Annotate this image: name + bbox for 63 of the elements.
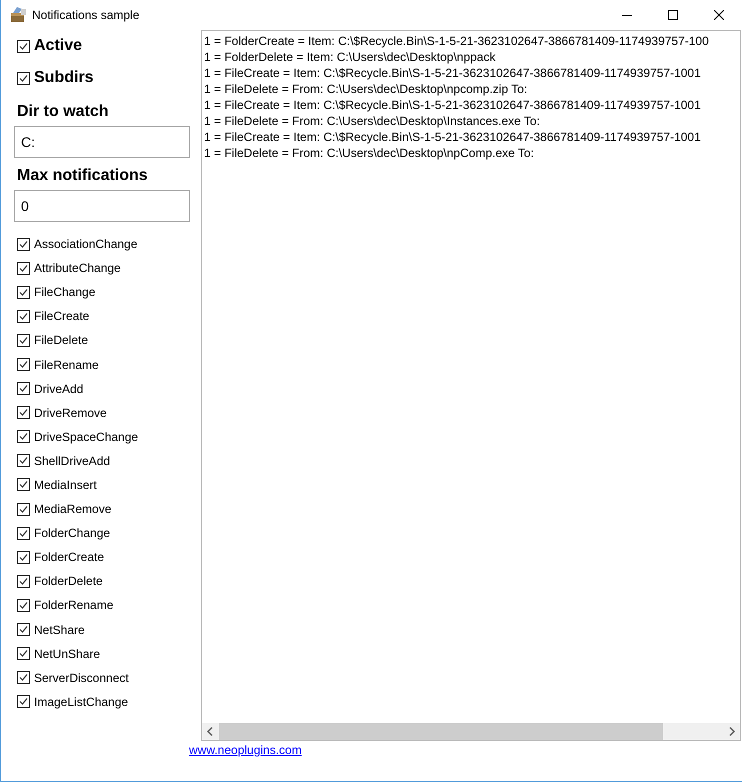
maximize-icon	[668, 10, 678, 20]
checkbox-label[interactable]: FolderRename	[34, 598, 114, 612]
checkbox-label[interactable]: MediaInsert	[34, 478, 97, 492]
checkbox[interactable]	[17, 406, 30, 420]
checkbox[interactable]	[17, 40, 30, 52]
log-line: 1 = FolderCreate = Item: C:\$Recycle.Bin\S-1-5-21-3623102647-3866781409-1174939757-100	[204, 33, 710, 49]
checkbox[interactable]	[17, 262, 30, 275]
checkbox-label[interactable]: ShellDriveAdd	[34, 454, 110, 468]
checkbox[interactable]	[17, 430, 30, 444]
checkbox[interactable]	[17, 454, 30, 468]
log-line: 1 = FileCreate = Item: C:\$Recycle.Bin\S-1-5-21-3623102647-3866781409-1174939757-1001	[204, 129, 702, 145]
checkbox-label[interactable]: AssociationChange	[34, 237, 138, 252]
input-field[interactable]: C:	[14, 126, 190, 158]
checkbox-label[interactable]: ServerDisconnect	[34, 670, 129, 685]
checkbox-label[interactable]: AttributeChange	[34, 261, 121, 276]
website-link[interactable]: www.neoplugins.com	[189, 743, 302, 757]
checkbox-label[interactable]: DriveAdd	[34, 382, 84, 396]
checkbox[interactable]	[17, 526, 30, 540]
app-icon	[9, 6, 27, 24]
field-label: Dir to watch	[17, 102, 110, 122]
checkbox-label[interactable]: FolderCreate	[34, 550, 104, 564]
checkbox[interactable]	[17, 623, 30, 636]
window-title: Notifications sample	[32, 8, 140, 22]
checkbox[interactable]	[17, 671, 30, 684]
checkbox-label[interactable]: FolderDelete	[34, 574, 103, 588]
checkbox-label[interactable]: DriveSpaceChange	[34, 430, 138, 444]
checkbox-label[interactable]: NetUnShare	[34, 646, 100, 661]
checkbox[interactable]	[17, 286, 30, 299]
checkbox[interactable]	[17, 310, 30, 323]
log-line: 1 = FileCreate = Item: C:\$Recycle.Bin\S-1-5-21-3623102647-3866781409-1174939757-1001	[204, 65, 702, 81]
log-line: 1 = FileDelete = From: C:\Users\dec\Desktop\npcomp.zip To:	[204, 81, 528, 97]
checkbox[interactable]	[17, 334, 30, 347]
close-icon	[714, 10, 724, 20]
checkbox-label[interactable]: Subdirs	[34, 69, 94, 87]
checkbox[interactable]	[17, 598, 30, 612]
checkbox[interactable]	[17, 478, 30, 492]
checkbox-label[interactable]: Active	[34, 37, 82, 55]
checkbox-label[interactable]: FolderChange	[34, 526, 110, 540]
checkbox-label[interactable]: FileCreate	[34, 309, 90, 324]
checkbox[interactable]	[17, 550, 30, 564]
checkbox[interactable]	[17, 502, 30, 516]
checkbox-label[interactable]: FileDelete	[34, 333, 88, 348]
checkbox[interactable]	[17, 238, 30, 251]
horizontal-scrollbar[interactable]	[202, 723, 740, 740]
checkbox-label[interactable]: FileChange	[34, 285, 96, 300]
checkbox-label[interactable]: DriveRemove	[34, 406, 107, 420]
checkbox[interactable]	[17, 574, 30, 588]
checkbox[interactable]	[17, 72, 30, 84]
checkbox-label[interactable]: NetShare	[34, 622, 85, 637]
checkbox[interactable]	[17, 647, 30, 660]
checkbox[interactable]	[17, 358, 30, 372]
checkbox-label[interactable]: ImageListChange	[34, 694, 128, 709]
checkbox[interactable]	[17, 695, 30, 708]
log-line: 1 = FileDelete = From: C:\Users\dec\Desktop\npComp.exe To:	[204, 145, 535, 161]
field-label: Max notifications	[17, 166, 149, 186]
log-line: 1 = FileDelete = From: C:\Users\dec\Desktop\Instances.exe To:	[204, 113, 541, 129]
checkbox[interactable]	[17, 382, 30, 396]
checkbox-label[interactable]: MediaRemove	[34, 502, 112, 516]
checkbox-label[interactable]: FileRename	[34, 358, 99, 372]
log-line: 1 = FileCreate = Item: C:\$Recycle.Bin\S-1-5-21-3623102647-3866781409-1174939757-1001	[204, 97, 702, 113]
input-field[interactable]: 0	[14, 190, 190, 222]
log-line: 1 = FolderDelete = Item: C:\Users\dec\Desktop\nppack	[204, 49, 496, 65]
scrollbar-thumb[interactable]	[219, 723, 663, 740]
